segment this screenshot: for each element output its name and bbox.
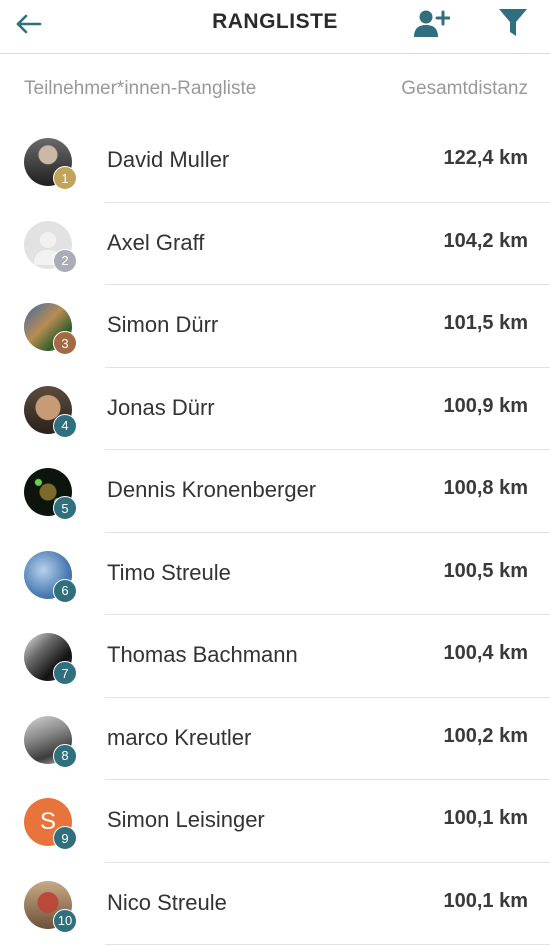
rank-badge: 10 bbox=[53, 909, 77, 933]
participant-row[interactable]: 7 Thomas Bachmann 100,4 km bbox=[0, 615, 550, 698]
participant-distance: 100,5 km bbox=[443, 560, 528, 583]
participant-row[interactable]: S9Simon Leisinger100,1 km bbox=[0, 780, 550, 863]
participant-name: David Muller bbox=[107, 147, 229, 173]
participant-name: marco Kreutler bbox=[107, 725, 251, 751]
rank-badge: 2 bbox=[53, 249, 77, 273]
column-header: Teilnehmer*innen-Rangliste Gesamtdistanz bbox=[0, 54, 550, 120]
rank-badge: 9 bbox=[53, 826, 77, 850]
participant-row[interactable]: 2 Axel Graff 104,2 km bbox=[0, 203, 550, 286]
participant-name: Simon Leisinger bbox=[107, 807, 265, 833]
participant-name: Axel Graff bbox=[107, 230, 204, 256]
rank-badge: 8 bbox=[53, 744, 77, 768]
participant-row[interactable]: 3 Simon Dürr 101,5 km bbox=[0, 285, 550, 368]
participant-distance: 100,9 km bbox=[443, 395, 528, 418]
rank-badge: 7 bbox=[53, 661, 77, 685]
filter-button[interactable] bbox=[493, 4, 533, 42]
participant-row[interactable]: 4 Jonas Dürr 100,9 km bbox=[0, 368, 550, 451]
filter-icon bbox=[498, 7, 528, 39]
column-label-distance: Gesamtdistanz bbox=[401, 78, 528, 100]
participant-distance: 100,1 km bbox=[443, 890, 528, 913]
rank-badge: 4 bbox=[53, 414, 77, 438]
add-user-button[interactable] bbox=[412, 6, 452, 42]
participant-distance: 100,1 km bbox=[443, 807, 528, 830]
participant-row[interactable]: 1 David Muller 122,4 km bbox=[0, 120, 550, 203]
page-title: RANGLISTE bbox=[0, 10, 550, 34]
rank-badge: 6 bbox=[53, 579, 77, 603]
rank-badge: 5 bbox=[53, 496, 77, 520]
participant-distance: 100,2 km bbox=[443, 725, 528, 748]
participant-name: Jonas Dürr bbox=[107, 395, 215, 421]
column-label-participants: Teilnehmer*innen-Rangliste bbox=[24, 78, 256, 100]
participant-row[interactable]: 6 Timo Streule 100,5 km bbox=[0, 533, 550, 616]
participant-name: Timo Streule bbox=[107, 560, 231, 586]
participant-name: Thomas Bachmann bbox=[107, 642, 298, 668]
participant-row[interactable]: 5 Dennis Kronenberger 100,8 km bbox=[0, 450, 550, 533]
ranking-list: 1 David Muller 122,4 km 2 Axel Graff 104,2 km… bbox=[0, 120, 550, 945]
participant-name: Simon Dürr bbox=[107, 312, 218, 338]
add-user-icon bbox=[414, 9, 450, 39]
participant-name: Dennis Kronenberger bbox=[107, 477, 316, 503]
participant-distance: 101,5 km bbox=[443, 312, 528, 335]
participant-distance: 104,2 km bbox=[443, 230, 528, 253]
rank-badge: 1 bbox=[53, 166, 77, 190]
participant-distance: 122,4 km bbox=[443, 147, 528, 170]
participant-row[interactable]: 8 marco Kreutler 100,2 km bbox=[0, 698, 550, 781]
participant-distance: 100,4 km bbox=[443, 642, 528, 665]
participant-distance: 100,8 km bbox=[443, 477, 528, 500]
app-header: RANGLISTE bbox=[0, 0, 550, 54]
participant-name: Nico Streule bbox=[107, 890, 227, 916]
rank-badge: 3 bbox=[53, 331, 77, 355]
